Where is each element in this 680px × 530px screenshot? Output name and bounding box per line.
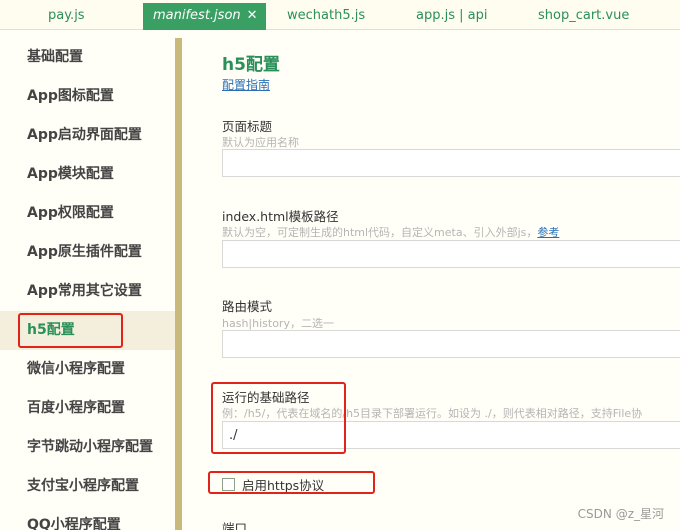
router-mode-input[interactable] <box>222 330 680 358</box>
sidebar-item-baidu-mp[interactable]: 百度小程序配置 <box>0 389 175 428</box>
sidebar-item-h5[interactable]: h5配置 <box>0 311 175 350</box>
h5-config-panel: h5配置 配置指南 页面标题 默认为应用名称 index.html模板路径 默认… <box>182 38 680 530</box>
tab-pay-js[interactable]: pay.js <box>48 3 85 28</box>
sidebar-item-app-splash[interactable]: App启动界面配置 <box>0 116 175 155</box>
https-checkbox[interactable] <box>222 478 235 491</box>
sidebar-item-alipay-mp[interactable]: 支付宝小程序配置 <box>0 467 175 506</box>
sidebar-item-app-other[interactable]: App常用其它设置 <box>0 272 175 311</box>
sidebar-item-weixin-mp[interactable]: 微信小程序配置 <box>0 350 175 389</box>
tab-label: wechath5.js <box>287 8 366 23</box>
field-hint-base-path: 例：/h5/，代表在域名的/h5目录下部署运行。如设为 ./，则代表相对路径，支… <box>222 407 643 420</box>
sidebar-item-app-permissions[interactable]: App权限配置 <box>0 194 175 233</box>
sidebar-divider[interactable] <box>175 38 182 530</box>
hint-text: 默认为空，可定制生成的html代码，自定义meta、引入外部js， <box>222 226 538 239</box>
field-hint-template-path: 默认为空，可定制生成的html代码，自定义meta、引入外部js，参考 <box>222 224 680 240</box>
reference-link[interactable]: 参考 <box>537 226 559 239</box>
field-label-base-path: 运行的基础路径 <box>222 390 310 405</box>
tab-shop-cart-vue[interactable]: shop_cart.vue <box>538 3 629 28</box>
editor-tab-bar: pay.js manifest.json ✕ wechath5.js app.js… <box>0 0 680 30</box>
sidebar-item-app-modules[interactable]: App模块配置 <box>0 155 175 194</box>
tab-app-js-api[interactable]: app.js | api <box>416 3 487 28</box>
sidebar-item-qq-mp[interactable]: QQ小程序配置 <box>0 506 175 530</box>
tab-label: shop_cart.vue <box>538 8 630 23</box>
tab-label: pay.js <box>48 8 85 23</box>
page-title: h5配置 <box>222 55 280 75</box>
field-label-port: 端口 <box>222 521 248 530</box>
sidebar-item-toutiao-mp[interactable]: 字节跳动小程序配置 <box>0 428 175 467</box>
field-hint-page-title: 默认为应用名称 <box>222 136 299 149</box>
sidebar-item-basic[interactable]: 基础配置 <box>0 38 175 77</box>
template-path-input[interactable] <box>222 240 680 268</box>
page-title-input[interactable] <box>222 149 680 177</box>
tab-manifest-json[interactable]: manifest.json ✕ <box>143 3 266 30</box>
config-guide-link[interactable]: 配置指南 <box>222 76 270 93</box>
field-label-router-mode: 路由模式 <box>222 299 273 314</box>
tab-label: manifest.json <box>153 8 241 23</box>
sidebar-item-app-native-plugins[interactable]: App原生插件配置 <box>0 233 175 272</box>
config-sidebar: 基础配置 App图标配置 App启动界面配置 App模块配置 App权限配置 A… <box>0 38 175 530</box>
tab-wechath5-js[interactable]: wechath5.js <box>287 3 365 28</box>
field-label-template-path: index.html模板路径 <box>222 209 339 224</box>
watermark: CSDN @z_星河 <box>577 507 664 521</box>
field-hint-router-mode: hash|history，二选一 <box>222 317 334 330</box>
https-checkbox-label: 启用https协议 <box>242 478 325 493</box>
tab-label: app.js | api <box>416 8 488 23</box>
sidebar-item-app-icon[interactable]: App图标配置 <box>0 77 175 116</box>
field-label-page-title: 页面标题 <box>222 119 273 134</box>
base-path-input[interactable] <box>222 421 680 449</box>
https-checkbox-row[interactable]: 启用https协议 <box>222 475 324 494</box>
close-icon[interactable]: ✕ <box>247 8 258 23</box>
